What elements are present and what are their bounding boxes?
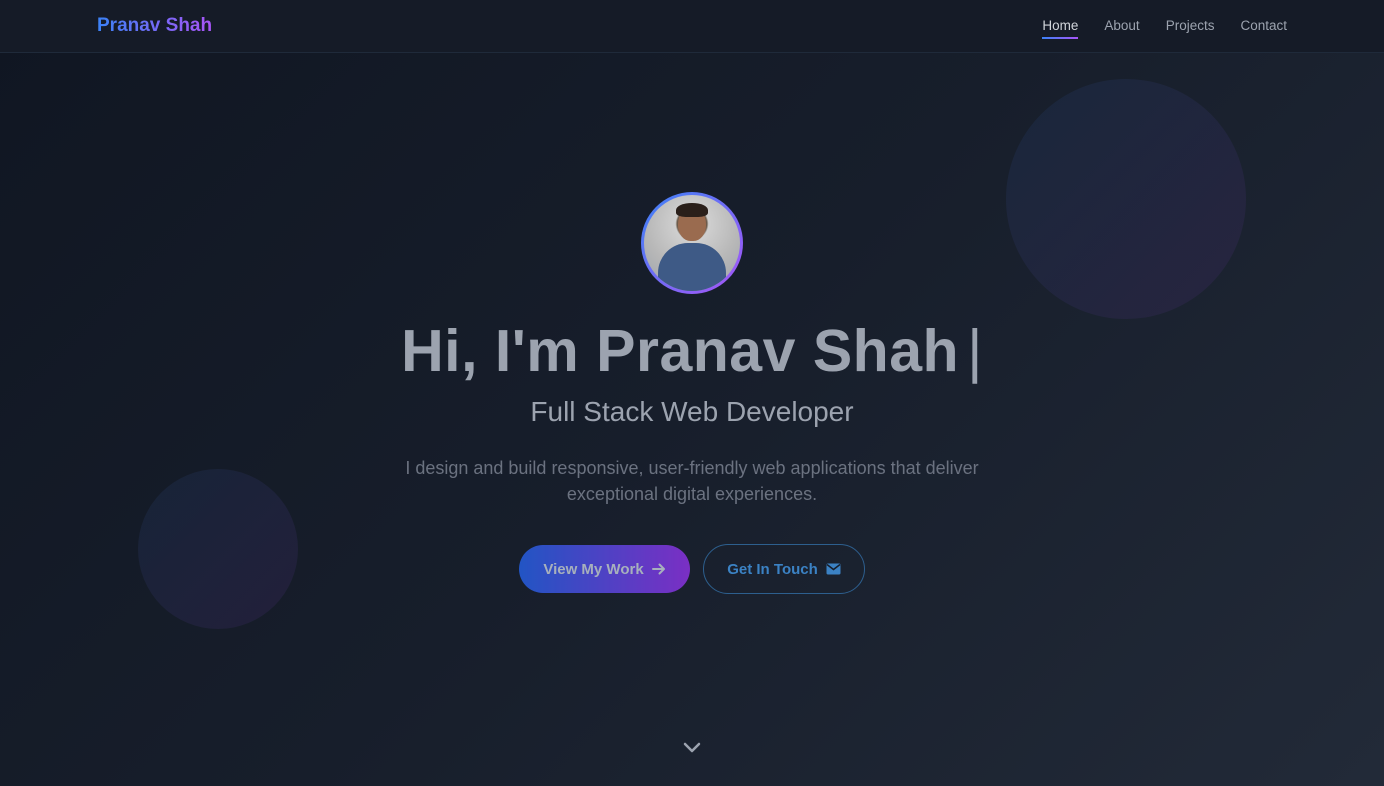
- envelope-icon: [826, 563, 841, 575]
- navbar: Pranav Shah Home About Projects Contact: [0, 0, 1384, 53]
- nav-link-home[interactable]: Home: [1042, 18, 1079, 39]
- decorative-circle-bottom-left: [138, 469, 298, 629]
- hero-subtitle: Full Stack Web Developer: [530, 396, 854, 427]
- brand-logo[interactable]: Pranav Shah: [97, 15, 212, 37]
- hero-description: I design and build responsive, user-frie…: [405, 458, 979, 504]
- nav-links: Home About Projects Contact: [1042, 18, 1287, 39]
- view-my-work-button[interactable]: View My Work: [519, 545, 690, 593]
- typing-cursor: |: [967, 318, 983, 384]
- nav-link-contact[interactable]: Contact: [1240, 18, 1287, 38]
- nav-link-about[interactable]: About: [1104, 18, 1139, 38]
- hero-title-text: Hi, I'm Pranav Shah: [401, 318, 960, 384]
- chevron-down-icon[interactable]: [682, 740, 702, 756]
- view-my-work-label: View My Work: [543, 560, 644, 578]
- get-in-touch-label: Get In Touch: [727, 560, 818, 578]
- hero-title: Hi, I'm Pranav Shah |: [0, 317, 1384, 385]
- profile-photo: [644, 195, 740, 291]
- decorative-circle-top-right: [1006, 79, 1246, 319]
- arrow-right-icon: [651, 563, 666, 575]
- nav-link-projects[interactable]: Projects: [1166, 18, 1215, 38]
- profile-avatar: [641, 192, 743, 294]
- get-in-touch-button[interactable]: Get In Touch: [703, 544, 865, 594]
